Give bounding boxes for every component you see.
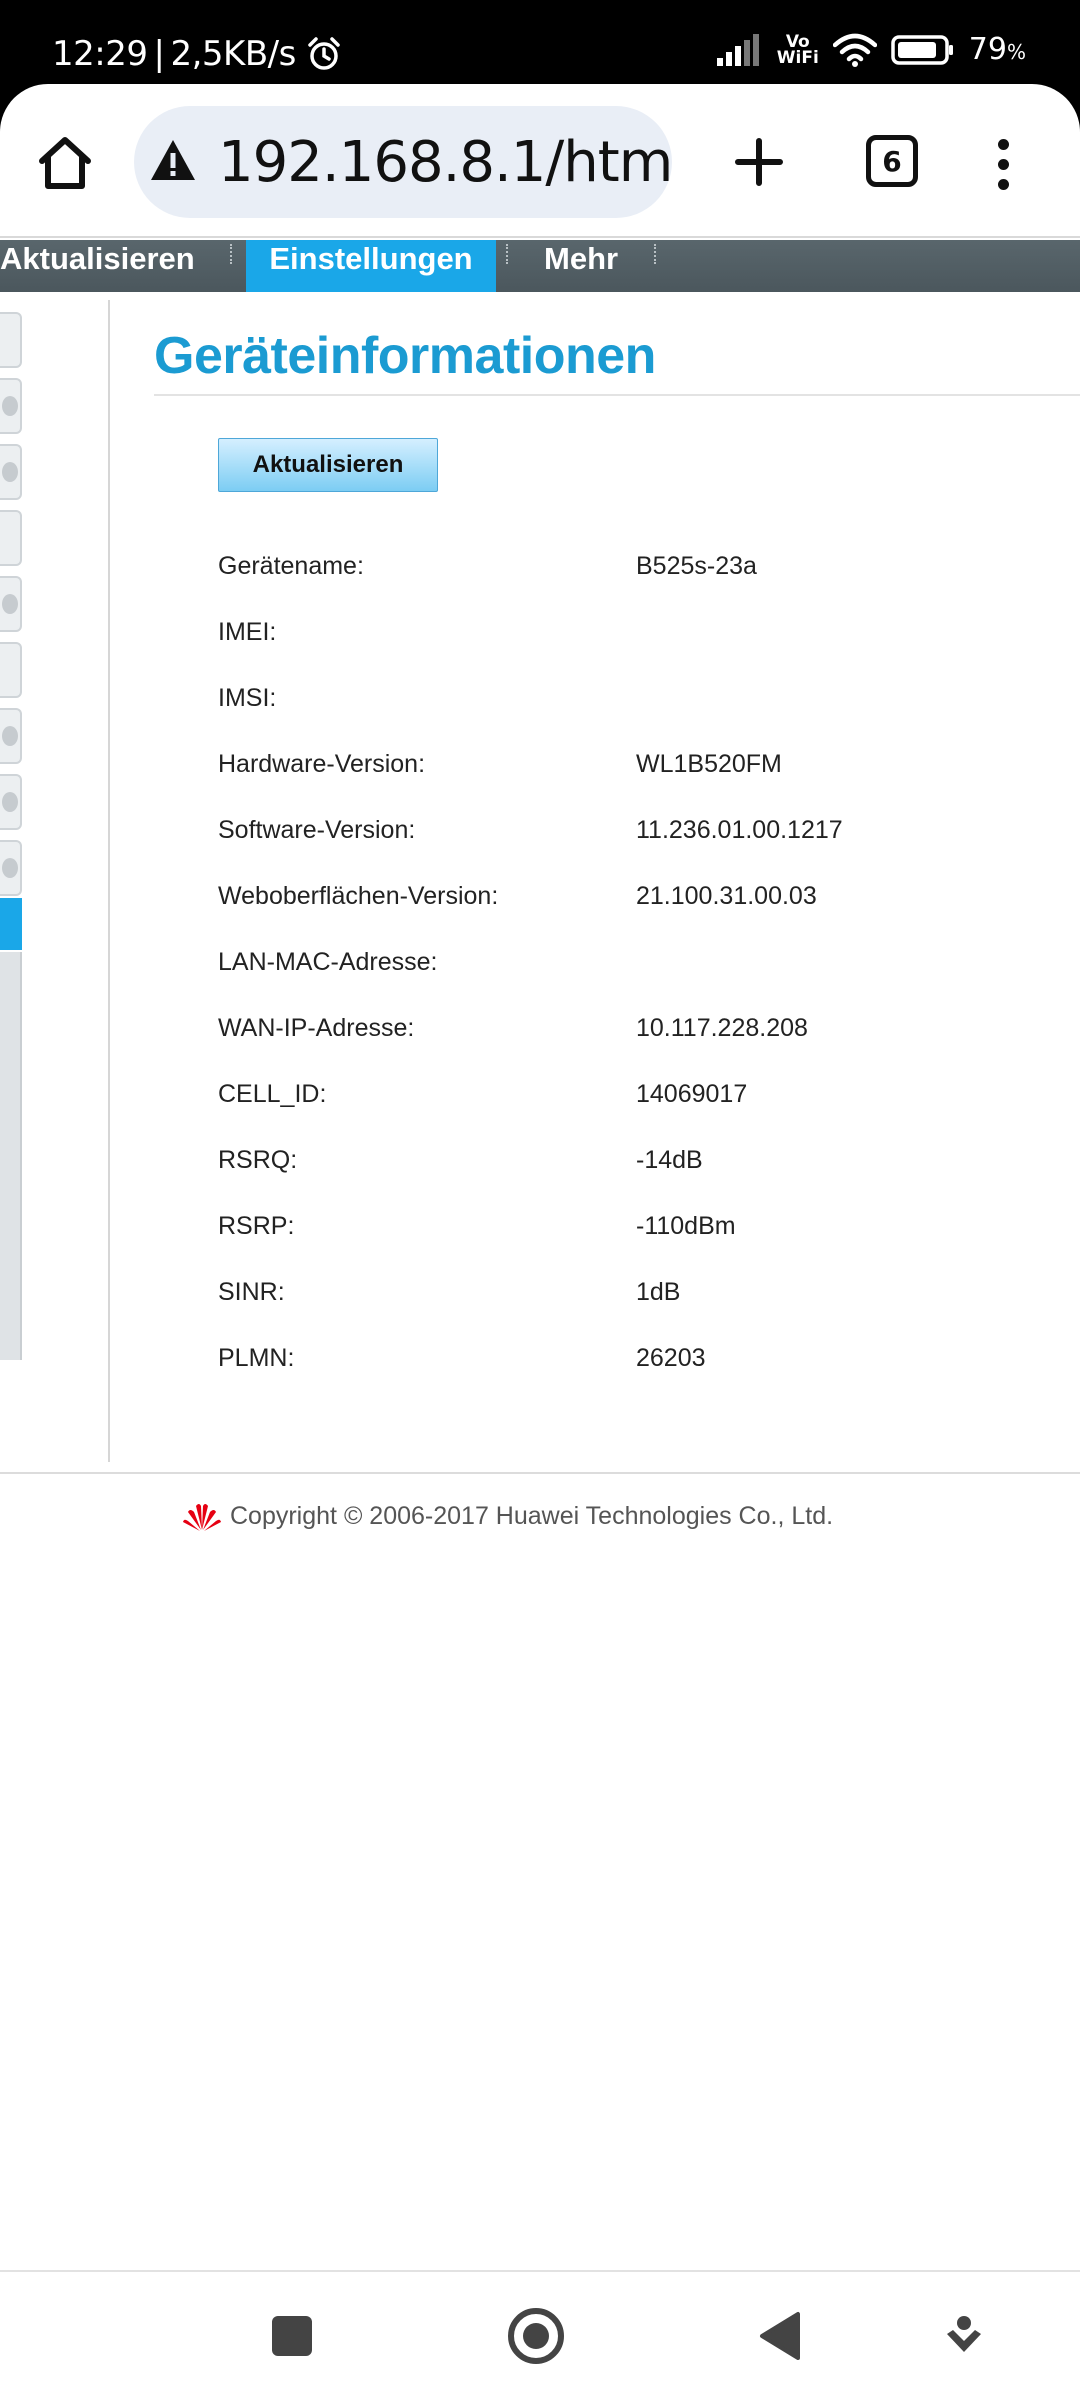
- info-value: 21.100.31.00.03: [636, 882, 817, 910]
- info-value: 10.117.228.208: [636, 1014, 808, 1042]
- home-circle-icon[interactable]: [508, 2308, 564, 2364]
- info-value: -110dBm: [636, 1212, 736, 1240]
- browser-toolbar: 192.168.8.1/html/d 6: [0, 84, 1080, 238]
- plus-icon: [735, 138, 783, 186]
- info-label: IMEI:: [218, 618, 277, 646]
- system-navigation-bar: [0, 2272, 1080, 2400]
- vowifi-bottom: WiFi: [776, 47, 819, 68]
- sidebar-item[interactable]: [0, 840, 22, 896]
- info-label: Weboberflächen-Version:: [218, 882, 499, 910]
- info-label: Gerätename:: [218, 552, 364, 580]
- vowifi-indicator: Vo WiFi: [776, 33, 819, 68]
- info-label: Software-Version:: [218, 816, 416, 844]
- copyright-text: Copyright © 2006-2017 Huawei Technologie…: [230, 1501, 834, 1530]
- info-row-sinr: SINR: 1dB: [218, 1278, 1058, 1322]
- info-row-device-name: Gerätename: B525s-23a: [218, 552, 1058, 596]
- info-row-rsrq: RSRQ: -14dB: [218, 1146, 1058, 1190]
- info-value: WL1B520FM: [636, 750, 782, 778]
- huawei-logo-icon: [183, 1504, 221, 1531]
- info-value: 26203: [636, 1344, 706, 1372]
- info-value: 14069017: [636, 1080, 748, 1108]
- router-main-nav: Aktualisieren Einstellungen Mehr: [0, 240, 1080, 292]
- wifi-icon: [832, 33, 877, 67]
- page-title: Geräteinformationen: [154, 327, 656, 385]
- status-separator: |: [153, 34, 165, 74]
- back-triangle-icon[interactable]: [758, 2310, 802, 2362]
- alarm-clock-icon: [308, 37, 340, 70]
- nav-item-aktualisieren[interactable]: Aktualisieren: [0, 240, 222, 292]
- info-row-webui-version: Weboberflächen-Version: 21.100.31.00.03: [218, 882, 1058, 926]
- sidebar-item-active[interactable]: [0, 898, 22, 950]
- title-divider: [154, 394, 1080, 396]
- info-label: Hardware-Version:: [218, 750, 426, 778]
- nav-item-mehr[interactable]: Mehr: [544, 240, 644, 292]
- nav-separator: [506, 244, 510, 264]
- info-label: WAN-IP-Adresse:: [218, 1014, 415, 1042]
- info-row-wan-ip: WAN-IP-Adresse: 10.117.228.208: [218, 1014, 1058, 1058]
- status-net-speed: 2,5KB/s: [170, 34, 296, 74]
- cell-signal-icon: [716, 33, 759, 66]
- info-value: -14dB: [636, 1146, 703, 1174]
- new-tab-button[interactable]: [724, 124, 794, 200]
- status-time: 12:29: [52, 34, 148, 74]
- sidebar-item[interactable]: [0, 510, 22, 566]
- info-row-software-version: Software-Version: 11.236.01.00.1217: [218, 816, 1058, 860]
- sidebar-item[interactable]: [0, 576, 22, 632]
- nav-separator: [230, 244, 234, 264]
- sidebar-submenu-strip: [0, 952, 22, 1360]
- info-row-cell-id: CELL_ID: 14069017: [218, 1080, 1058, 1124]
- sidebar-item[interactable]: [0, 708, 22, 764]
- sidebar-item[interactable]: [0, 444, 22, 500]
- info-label: LAN-MAC-Adresse:: [218, 948, 438, 976]
- status-right: Vo WiFi 79%: [716, 32, 1026, 68]
- info-label: PLMN:: [218, 1344, 295, 1372]
- sidebar-item[interactable]: [0, 312, 22, 368]
- info-value: B525s-23a: [636, 552, 757, 580]
- info-label: RSRQ:: [218, 1146, 298, 1174]
- sidebar-item[interactable]: [0, 378, 22, 434]
- url-text[interactable]: 192.168.8.1/html/d: [218, 130, 672, 195]
- sidebar-item[interactable]: [0, 642, 22, 698]
- info-row-hardware-version: Hardware-Version: WL1B520FM: [218, 750, 1058, 794]
- battery-icon: [891, 34, 953, 65]
- warning-triangle-icon[interactable]: [148, 136, 198, 186]
- nav-item-einstellungen[interactable]: Einstellungen: [246, 240, 496, 292]
- more-menu-button[interactable]: [980, 124, 1026, 204]
- info-row-rsrp: RSRP: -110dBm: [218, 1212, 1058, 1256]
- address-bar[interactable]: 192.168.8.1/html/d: [134, 106, 672, 218]
- info-value: 11.236.01.00.1217: [636, 816, 843, 844]
- info-row-imsi: IMSI:: [218, 684, 1058, 728]
- toolbar-surface: 192.168.8.1/html/d 6: [0, 84, 1080, 238]
- info-label: SINR:: [218, 1278, 285, 1306]
- recents-square-icon[interactable]: [272, 2316, 312, 2356]
- footer: Copyright © 2006-2017 Huawei Technologie…: [182, 1500, 833, 1532]
- status-bar: 12:29 | 2,5KB/s Vo WiFi 79%: [0, 0, 1080, 84]
- home-icon: [39, 137, 91, 189]
- footer-divider: [0, 1472, 1080, 1474]
- info-row-lan-mac: LAN-MAC-Adresse:: [218, 948, 1058, 992]
- more-vertical-icon-dot: [997, 138, 1009, 150]
- tab-switcher-button[interactable]: 6: [866, 135, 918, 187]
- info-label: CELL_ID:: [218, 1080, 327, 1108]
- info-label: RSRP:: [218, 1212, 295, 1240]
- info-row-imei: IMEI:: [218, 618, 1058, 662]
- more-vertical-icon-dot: [997, 178, 1009, 190]
- status-left: 12:29 | 2,5KB/s: [52, 34, 342, 74]
- home-button[interactable]: [30, 128, 100, 198]
- battery-percentage: 79%: [968, 32, 1026, 67]
- more-vertical-icon-dot: [997, 158, 1009, 170]
- nav-separator: [654, 244, 658, 264]
- sidebar-item[interactable]: [0, 774, 22, 830]
- info-value: 1dB: [636, 1278, 681, 1306]
- info-row-plmn: PLMN: 26203: [218, 1344, 1058, 1388]
- assistant-icon[interactable]: [944, 2314, 984, 2358]
- info-label: IMSI:: [218, 684, 277, 712]
- refresh-button[interactable]: Aktualisieren: [218, 438, 438, 492]
